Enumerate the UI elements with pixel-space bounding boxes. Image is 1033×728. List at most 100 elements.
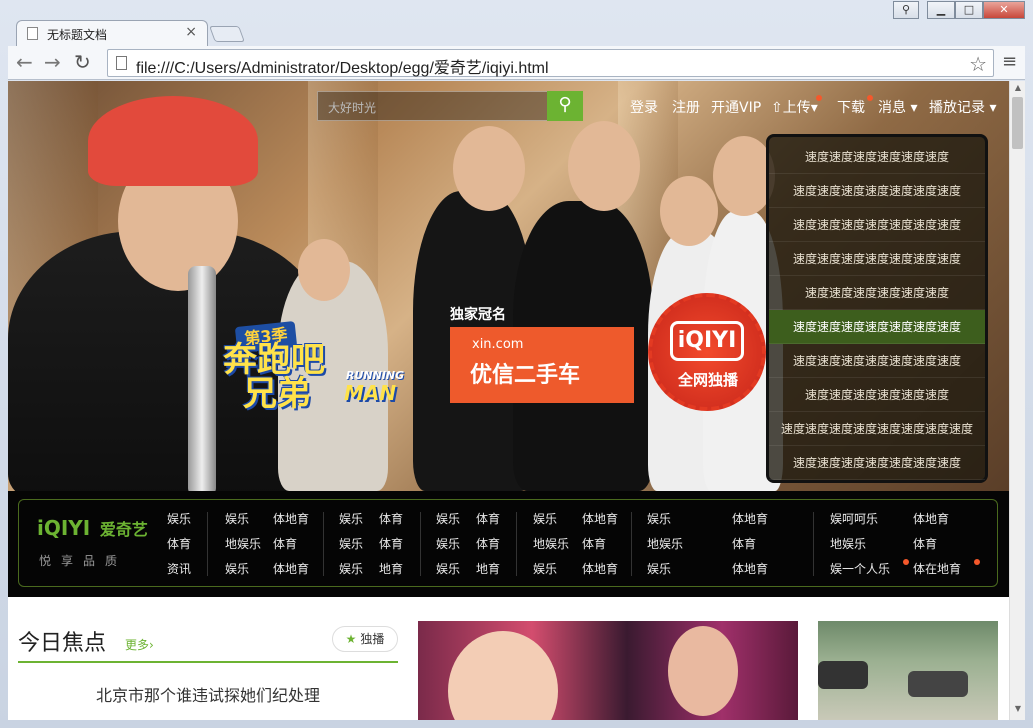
forward-icon[interactable]: → <box>44 52 61 72</box>
dropdown-item[interactable]: 速度速度速度速度速度速度速度 <box>769 344 985 378</box>
dropdown-item[interactable]: 速度速度速度速度速度速度速度 <box>769 208 985 242</box>
menu-icon[interactable]: ≡ <box>1002 52 1018 72</box>
category-link[interactable]: 资讯 <box>167 560 191 577</box>
category-link[interactable]: 体育 <box>476 535 500 552</box>
download-link[interactable]: 下载 <box>837 97 865 117</box>
star-icon: ★ <box>345 632 357 646</box>
category-link[interactable]: 娱乐 <box>339 510 363 527</box>
category-link[interactable]: 娱乐 <box>533 510 557 527</box>
divider <box>813 512 814 576</box>
scroll-up-icon[interactable]: ▲ <box>1010 83 1026 97</box>
category-link[interactable]: 体在地育 <box>913 560 961 577</box>
category-link[interactable]: 娱乐 <box>225 510 249 527</box>
category-link[interactable]: 娱一个人乐 <box>830 560 890 577</box>
category-link[interactable]: 体育 <box>582 535 606 552</box>
category-link[interactable]: 体育 <box>273 535 297 552</box>
category-link[interactable]: 娱乐 <box>436 560 460 577</box>
search-icon: ⚲ <box>558 94 572 115</box>
category-link[interactable]: 娱乐 <box>647 510 671 527</box>
category-link[interactable]: 娱乐 <box>533 560 557 577</box>
category-link[interactable]: 体地育 <box>582 510 618 527</box>
register-link[interactable]: 注册 <box>672 97 700 117</box>
scrollbar-thumb[interactable] <box>1012 97 1023 149</box>
dropdown-item[interactable]: 速度速度速度速度速度速度速度 <box>769 446 985 480</box>
vertical-scrollbar[interactable]: ▲ ▼ <box>1009 81 1025 720</box>
category-link[interactable]: 体育 <box>379 535 403 552</box>
dropdown-item[interactable]: 速度速度速度速度速度速度速度 <box>769 242 985 276</box>
category-link[interactable]: 地娱乐 <box>647 535 683 552</box>
logo-slogan: 悦享品质 <box>39 554 128 568</box>
microphone-stand <box>188 266 216 491</box>
show-title-line2: 兄弟 <box>243 374 311 414</box>
category-link[interactable]: 地娱乐 <box>830 535 866 552</box>
category-link[interactable]: 体育 <box>913 535 937 552</box>
dropdown-item[interactable]: 速度速度速度速度速度速度 <box>769 378 985 412</box>
messages-menu[interactable]: 消息 ▾ <box>878 97 917 117</box>
category-link[interactable]: 体地育 <box>913 510 949 527</box>
browser-window: 无标题文档 × ⚲ ▁ □ ✕ ← → ↻ file:///C:/Users/A… <box>0 0 1033 728</box>
search-input[interactable]: 大好时光 <box>317 91 548 121</box>
category-link[interactable]: 娱乐 <box>339 535 363 552</box>
section-underline <box>18 661 398 663</box>
cast-head <box>453 126 525 211</box>
close-window-button[interactable]: ✕ <box>983 1 1025 19</box>
chevron-down-icon: ▾ <box>906 100 918 116</box>
upload-menu[interactable]: ⇧上传▾ <box>771 97 818 117</box>
close-tab-icon[interactable]: × <box>185 24 197 40</box>
category-link[interactable]: 体地育 <box>732 510 768 527</box>
dropdown-item[interactable]: 速度速度速度速度速度速度速度速度 <box>769 412 985 446</box>
category-link[interactable]: 娱乐 <box>167 510 191 527</box>
category-link[interactable]: 地育 <box>379 560 403 577</box>
new-tab-button[interactable] <box>209 26 245 42</box>
search-button[interactable]: ⚲ <box>547 91 583 121</box>
history-menu[interactable]: 播放记录 ▾ <box>929 97 996 117</box>
vip-link[interactable]: 开通VIP <box>711 97 761 117</box>
more-link[interactable]: 更多› <box>125 636 154 653</box>
browser-tab[interactable]: 无标题文档 × <box>16 20 208 46</box>
category-link[interactable]: 娱乐 <box>339 560 363 577</box>
featured-image[interactable] <box>418 621 798 720</box>
back-icon[interactable]: ← <box>16 52 33 72</box>
category-link[interactable]: 体地育 <box>732 560 768 577</box>
address-bar[interactable]: file:///C:/Users/Administrator/Desktop/e… <box>107 49 994 77</box>
page-icon <box>116 56 127 70</box>
headline-link[interactable]: 北京市那个谁违试探她们纪处理 <box>8 682 408 706</box>
category-link[interactable]: 娱乐 <box>225 560 249 577</box>
iqiyi-logo[interactable]: iQIYI 爱奇艺 悦享品质 <box>37 516 148 568</box>
dropdown-item[interactable]: 速度速度速度速度速度速度速度 <box>769 174 985 208</box>
minimize-button[interactable]: ▁ <box>927 1 955 19</box>
category-link[interactable]: 体地育 <box>273 510 309 527</box>
category-link[interactable]: 娱乐 <box>647 560 671 577</box>
category-link[interactable]: 体育 <box>167 535 191 552</box>
category-link[interactable]: 体地育 <box>273 560 309 577</box>
category-link[interactable]: 地娱乐 <box>225 535 261 552</box>
login-link[interactable]: 登录 <box>630 97 658 117</box>
category-link[interactable]: 体地育 <box>582 560 618 577</box>
category-link[interactable]: 体育 <box>476 510 500 527</box>
cast-head <box>660 176 718 246</box>
dropdown-item[interactable]: 速度速度速度速度速度速度速度 <box>769 310 985 344</box>
category-link[interactable]: 地娱乐 <box>533 535 569 552</box>
show-title-en2: MAN <box>344 381 397 405</box>
category-link[interactable]: 娱呵呵乐 <box>830 510 878 527</box>
maximize-button[interactable]: □ <box>955 1 983 19</box>
show-title-line1: 奔跑吧 <box>223 340 325 380</box>
category-link[interactable]: 体育 <box>379 510 403 527</box>
featured-image[interactable] <box>818 621 998 720</box>
reload-icon[interactable]: ↻ <box>74 52 91 72</box>
dropdown-item[interactable]: 速度速度速度速度速度速度 <box>769 276 985 310</box>
dropdown-item[interactable]: 速度速度速度速度速度速度 <box>769 140 985 174</box>
category-link[interactable]: 娱乐 <box>436 510 460 527</box>
chevron-down-icon: ▾ <box>985 100 997 116</box>
category-link[interactable]: 娱乐 <box>436 535 460 552</box>
exclusive-button[interactable]: ★ 独播 <box>332 626 398 652</box>
user-icon[interactable]: ⚲ <box>893 1 919 19</box>
category-link[interactable]: 体育 <box>732 535 756 552</box>
iqiyi-badge[interactable]: iQIYI 全网独播 <box>648 293 766 411</box>
logo-mark: iQIYI <box>37 516 91 540</box>
bookmark-star-icon[interactable]: ☆ <box>969 52 987 76</box>
category-link[interactable]: 地育 <box>476 560 500 577</box>
url-text[interactable]: file:///C:/Users/Administrator/Desktop/e… <box>136 54 549 78</box>
sponsor-box[interactable]: xin.com 优信二手车 <box>450 327 634 403</box>
scroll-down-icon[interactable]: ▼ <box>1010 704 1026 718</box>
